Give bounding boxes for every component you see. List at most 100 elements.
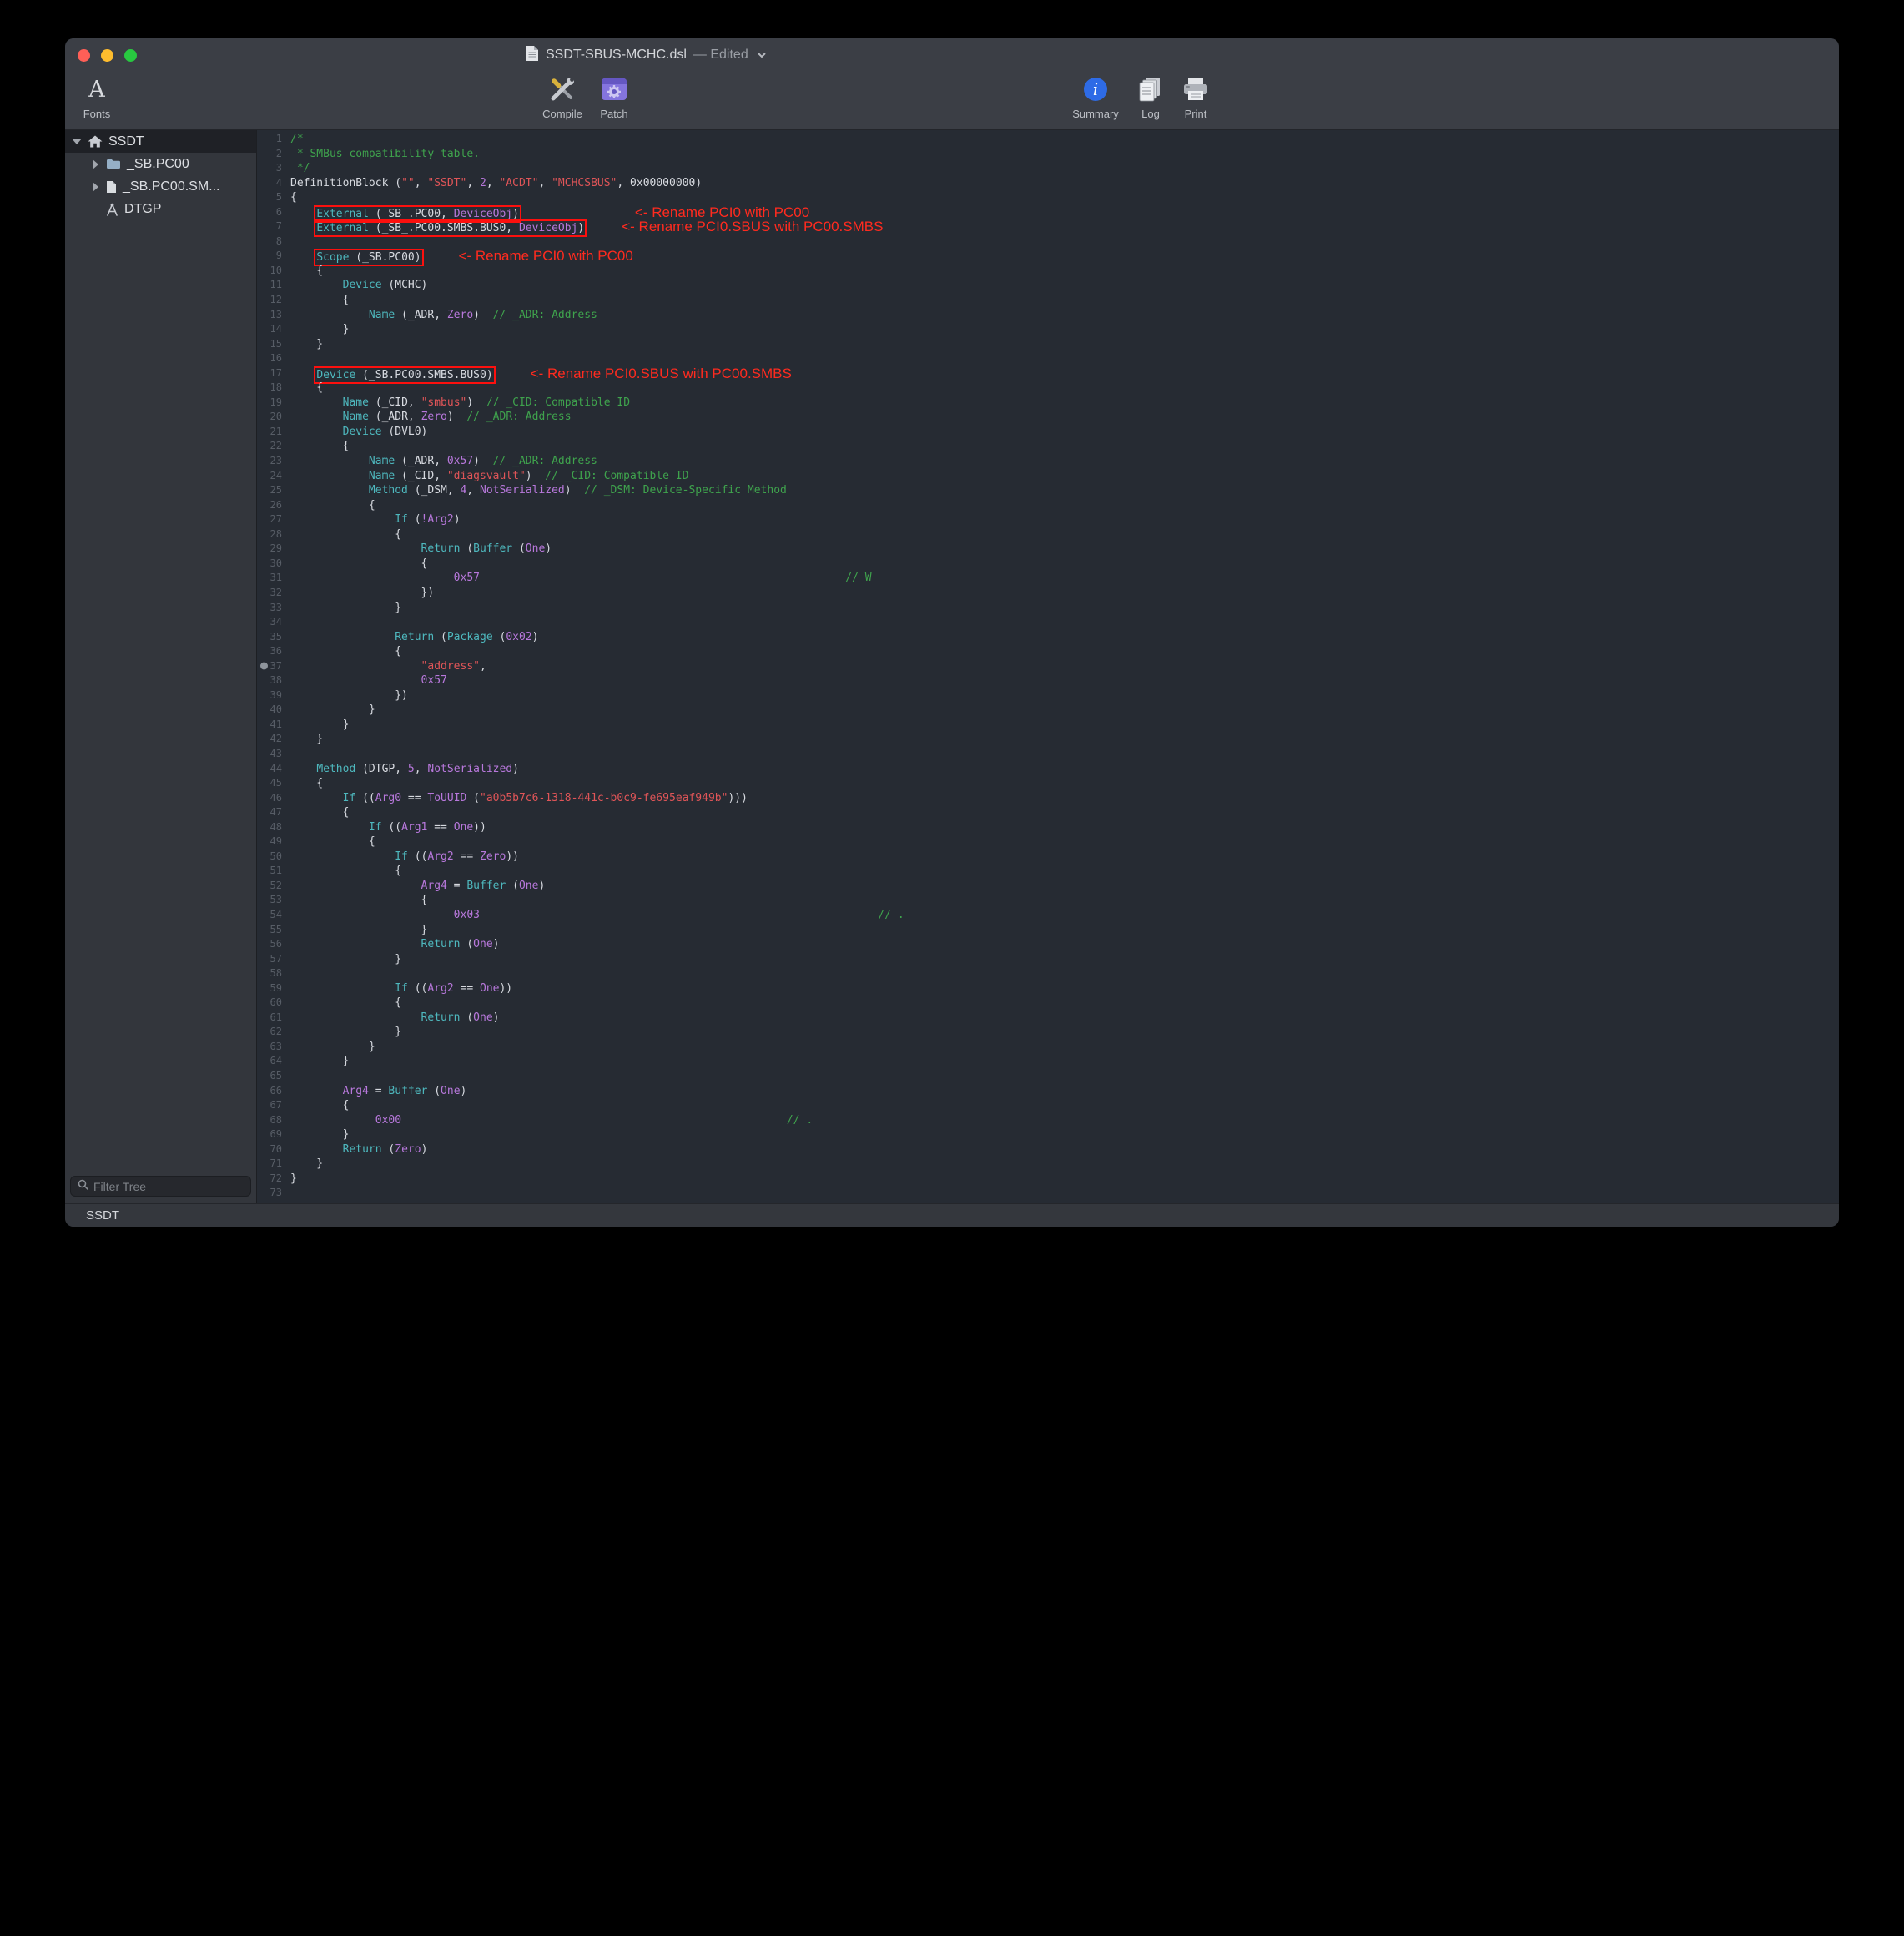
code-line-content: } (290, 952, 401, 967)
line-number: 70 (257, 1142, 290, 1157)
code-line: 14 } (257, 322, 1839, 337)
line-marker-dot (260, 663, 268, 670)
code-token: ))) (728, 792, 747, 804)
code-line: 47 { (257, 805, 1839, 820)
status-bar: SSDT (65, 1203, 1839, 1227)
line-number: 11 (257, 278, 290, 293)
code-token: /* (290, 133, 304, 145)
sidebar-item-sb-pc00[interactable]: _SB.PC00 (65, 153, 256, 175)
code-token (290, 309, 369, 321)
line-number: 59 (257, 981, 290, 996)
code-token: Arg2 (427, 850, 453, 863)
code-token: { (290, 294, 349, 306)
code-line: 17 Device (_SB.PC00.SMBS.BUS0)<- Rename … (257, 366, 1839, 381)
code-token (290, 484, 369, 497)
code-token: } (290, 1055, 349, 1067)
code-line-content: Return (One) (290, 1011, 499, 1026)
code-token: = (369, 1085, 388, 1097)
code-line: 48 If ((Arg1 == One)) (257, 820, 1839, 835)
code-token: (( (355, 792, 375, 804)
fonts-button[interactable]: A Fonts (65, 75, 134, 120)
code-line: 52 Arg4 = Buffer (One) (257, 879, 1839, 894)
line-number: 49 (257, 834, 290, 850)
line-number: 51 (257, 864, 290, 879)
fonts-icon: A (88, 75, 105, 103)
code-line: 56 Return (One) (257, 937, 1839, 952)
code-token: { (290, 381, 323, 394)
filter-tree-input[interactable]: Filter Tree (70, 1176, 251, 1197)
code-token: 0x00 (375, 1114, 401, 1127)
chevron-down-icon[interactable] (757, 52, 767, 58)
disclosure-closed-icon[interactable] (90, 159, 100, 169)
code-line: 4DefinitionBlock ("", "SSDT", 2, "ACDT",… (257, 176, 1839, 191)
code-token: ) (538, 880, 545, 892)
code-token: , (415, 763, 428, 775)
code-line: 23 Name (_ADR, 0x57) // _ADR: Address (257, 454, 1839, 469)
code-token: } (290, 338, 323, 350)
disclosure-closed-icon[interactable] (90, 182, 100, 192)
code-token: )) (473, 821, 486, 834)
code-line-content: { (290, 864, 401, 879)
patch-button[interactable]: Patch (577, 75, 652, 120)
line-number: 28 (257, 527, 290, 542)
code-line-content: { (290, 776, 323, 791)
code-line-content: Name (_ADR, 0x57) // _ADR: Address (290, 454, 597, 469)
code-line: 21 Device (DVL0) (257, 425, 1839, 440)
code-line: 38 0x57 (257, 673, 1839, 688)
window-chrome: SSDT-SBUS-MCHC.dsl — Edited A Fonts (65, 38, 1839, 130)
code-line: 9 Scope (_SB.PC00)<- Rename PCI0 with PC… (257, 249, 1839, 264)
minimize-button[interactable] (101, 49, 113, 62)
sidebar-item-ssdt[interactable]: SSDT (65, 130, 256, 153)
code-token: !Arg2 (421, 513, 454, 526)
zoom-button[interactable] (124, 49, 137, 62)
code-line: 5{ (257, 190, 1839, 205)
code-line-content: * SMBus compatibility table. (290, 147, 480, 162)
code-token: ) (454, 513, 461, 526)
close-button[interactable] (78, 49, 90, 62)
sidebar-item-sb-pc00-sm[interactable]: _SB.PC00.SM... (65, 175, 256, 198)
line-number: 38 (257, 673, 290, 688)
sidebar-item-dtgp[interactable]: DTGP (65, 198, 256, 220)
code-editor[interactable]: 1/*2 * SMBus compatibility table.3 */4De… (257, 130, 1839, 1203)
code-line-content: Device (MCHC) (290, 278, 427, 293)
code-token: If (395, 982, 408, 995)
code-lines: 1/*2 * SMBus compatibility table.3 */4De… (257, 132, 1839, 1201)
code-line-content: } (290, 1157, 323, 1172)
rename-highlight-box: Scope (_SB.PC00) (316, 251, 421, 264)
code-line: 32 }) (257, 586, 1839, 601)
rename-annotation: <- Rename PCI0.SBUS with PC00.SMBS (531, 366, 792, 381)
code-line: 53 { (257, 893, 1839, 908)
code-line-content: { (290, 805, 349, 820)
code-token (290, 369, 316, 381)
code-line: 27 If (!Arg2) (257, 512, 1839, 527)
code-token: } (290, 1128, 349, 1141)
code-line-content: { (290, 264, 323, 279)
code-line: 59 If ((Arg2 == One)) (257, 981, 1839, 996)
code-token: DeviceObj (454, 208, 512, 220)
line-number: 73 (257, 1186, 290, 1201)
code-line: 41 } (257, 718, 1839, 733)
code-token: { (290, 996, 401, 1009)
code-token (290, 426, 343, 438)
code-token: Arg4 (421, 880, 447, 892)
code-token: , (486, 177, 500, 189)
rename-highlight-box: Device (_SB.PC00.SMBS.BUS0) (316, 369, 492, 381)
code-line: 20 Name (_ADR, Zero) // _ADR: Address (257, 410, 1839, 425)
titlebar[interactable]: SSDT-SBUS-MCHC.dsl — Edited (65, 38, 1839, 72)
code-line: 24 Name (_CID, "diagsvault") // _CID: Co… (257, 469, 1839, 484)
code-token (290, 660, 421, 673)
line-number: 62 (257, 1025, 290, 1040)
status-path: SSDT (86, 1208, 119, 1223)
line-number: 14 (257, 322, 290, 337)
line-number: 32 (257, 586, 290, 601)
code-line-content: } (290, 1172, 297, 1187)
code-token (290, 411, 343, 423)
code-token (290, 1011, 421, 1024)
document-proxy-icon[interactable] (526, 45, 539, 66)
print-button[interactable]: Print (1158, 75, 1233, 120)
code-token: { (290, 894, 427, 906)
code-line: 29 Return (Buffer (One) (257, 542, 1839, 557)
code-line: 22 { (257, 439, 1839, 454)
code-token: Arg0 (375, 792, 401, 804)
disclosure-open-icon[interactable] (72, 137, 82, 147)
